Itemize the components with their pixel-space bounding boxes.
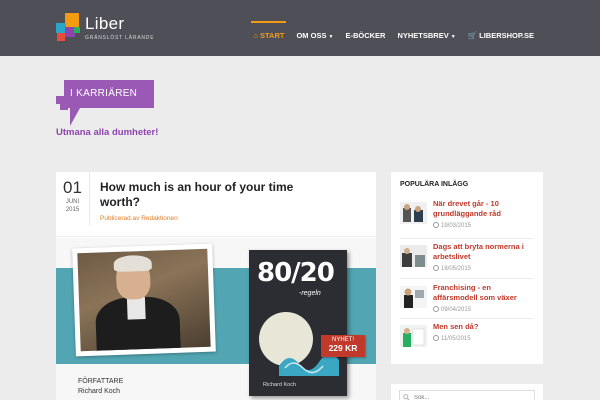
post-thumbnail[interactable] — [400, 245, 427, 267]
nav-item-e-bocker[interactable]: E-BÖCKER — [339, 25, 391, 46]
divider — [400, 278, 534, 279]
author-label: FÖRFATTARE — [78, 378, 124, 385]
nav-item-label: NYHETSBREV — [397, 31, 449, 40]
nav-item-start[interactable]: ⌂ START — [247, 21, 290, 46]
article-date: 01 JUNI 2015 — [56, 172, 90, 226]
clock-icon — [433, 306, 439, 312]
price-badge: NYHET! 229 KR — [321, 335, 365, 357]
clock-icon — [433, 335, 439, 341]
post-date: 19/03/2015 — [433, 222, 471, 229]
logo-mark — [56, 13, 82, 43]
clock-icon — [433, 265, 439, 271]
date-day: 01 — [63, 178, 82, 197]
book-author: Richard Koch — [263, 382, 297, 388]
list-item[interactable]: Franchising - en affärsmodell som växer … — [400, 283, 535, 323]
chevron-down-icon: ▼ — [450, 34, 456, 40]
main-nav: ⌂ START OM OSS ▼ E-BÖCKER NYHETSBREV ▼ 🛒 L… — [247, 21, 540, 46]
list-item[interactable]: Dags att bryta normerna i arbetslivet 18… — [400, 242, 535, 282]
search-icon — [403, 394, 410, 400]
post-title[interactable]: Franchising - en affärsmodell som växer — [433, 283, 533, 303]
post-thumbnail[interactable] — [400, 325, 427, 347]
nav-item-om-oss[interactable]: OM OSS ▼ — [290, 25, 339, 46]
nav-item-nyhetsbrev[interactable]: NYHETSBREV ▼ — [391, 25, 461, 46]
nav-item-label: E-BÖCKER — [345, 31, 386, 40]
clock-icon — [433, 222, 439, 228]
site-logo[interactable]: Liber GRÄNSLÖST LÄRANDE — [56, 13, 166, 45]
post-title[interactable]: Men sen då? — [433, 322, 533, 332]
logo-name: Liber — [85, 14, 125, 33]
article-card: 01 JUNI 2015 How much is an hour of your… — [56, 172, 376, 400]
popular-posts-widget: POPULÄRA INLÄGG När drevet går - 10 grun… — [391, 172, 543, 364]
post-date: 09/04/2015 — [433, 306, 471, 313]
category-title: I KARRIÄREN — [70, 88, 138, 99]
nav-item-label: LIBERSHOP.SE — [479, 31, 534, 40]
date-month: JUNI — [65, 199, 80, 205]
home-icon: ⌂ — [253, 31, 258, 40]
chevron-down-icon: ▼ — [328, 34, 334, 40]
author-photo — [72, 243, 216, 357]
meta-prefix: Publicerad av — [100, 215, 140, 222]
search-widget — [391, 384, 543, 400]
book-title: 80/20 — [257, 258, 335, 288]
divider — [56, 236, 376, 237]
book-cover: 80/20 -regeln Richard Koch — [249, 250, 347, 396]
widget-title: POPULÄRA INLÄGG — [400, 181, 469, 188]
search-input[interactable] — [399, 390, 535, 400]
list-item[interactable]: När drevet går - 10 grundläggande råd 19… — [400, 199, 535, 239]
divider — [400, 238, 534, 239]
category-tagline: Utmana alla dumheter! — [56, 127, 159, 138]
post-title[interactable]: Dags att bryta normerna i arbetslivet — [433, 242, 533, 262]
author-link[interactable]: Redaktionen — [141, 215, 178, 222]
post-title[interactable]: När drevet går - 10 grundläggande råd — [433, 199, 533, 219]
category-banner: I KARRIÄREN — [56, 80, 154, 126]
post-thumbnail[interactable] — [400, 286, 427, 308]
post-date: 11/05/2015 — [433, 335, 471, 342]
divider — [400, 318, 534, 319]
badge-price: 229 KR — [328, 343, 358, 353]
post-date: 18/05/2015 — [433, 265, 471, 272]
list-item[interactable]: Men sen då? 11/05/2015 — [400, 322, 535, 362]
date-year: 2015 — [65, 207, 80, 213]
nav-item-label: START — [260, 31, 285, 40]
article-image[interactable]: 80/20 -regeln Richard Koch NYHET! 229 KR… — [56, 238, 376, 400]
site-header: Liber GRÄNSLÖST LÄRANDE ⌂ START OM OSS ▼ … — [0, 0, 600, 56]
cart-icon: 🛒 — [467, 31, 478, 40]
nav-item-libershop[interactable]: 🛒 LIBERSHOP.SE — [462, 25, 540, 46]
article-meta: Publicerad av Redaktionen — [100, 215, 178, 222]
nav-item-label: OM OSS — [296, 31, 327, 40]
author-name: Richard Koch — [78, 388, 121, 395]
logo-tagline: GRÄNSLÖST LÄRANDE — [85, 35, 155, 41]
speech-flag-icon — [56, 80, 154, 126]
post-thumbnail[interactable] — [400, 202, 427, 224]
article-title[interactable]: How much is an hour of your time worth? — [100, 180, 330, 210]
book-subtitle: -regeln — [299, 290, 321, 297]
